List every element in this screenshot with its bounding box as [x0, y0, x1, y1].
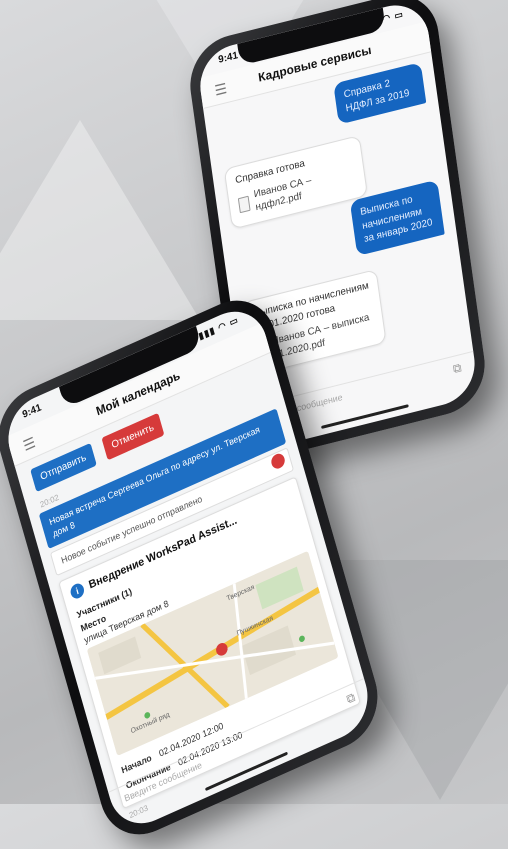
- message-text: Выписка по начислениям за январь 2020: [359, 194, 434, 245]
- info-icon: i: [68, 581, 86, 601]
- status-time: 9:41: [21, 402, 43, 421]
- attach-icon[interactable]: ⧉: [345, 690, 357, 708]
- message-incoming[interactable]: Справка готова Иванов СА – ндфл2.pdf: [223, 135, 368, 230]
- attach-icon[interactable]: ⧉: [452, 360, 462, 377]
- status-time: 9:41: [217, 50, 239, 66]
- background-triangle: [0, 120, 200, 320]
- message-text: Справка 2 НДФЛ за 2019: [343, 78, 411, 115]
- pdf-file-icon: [237, 195, 251, 213]
